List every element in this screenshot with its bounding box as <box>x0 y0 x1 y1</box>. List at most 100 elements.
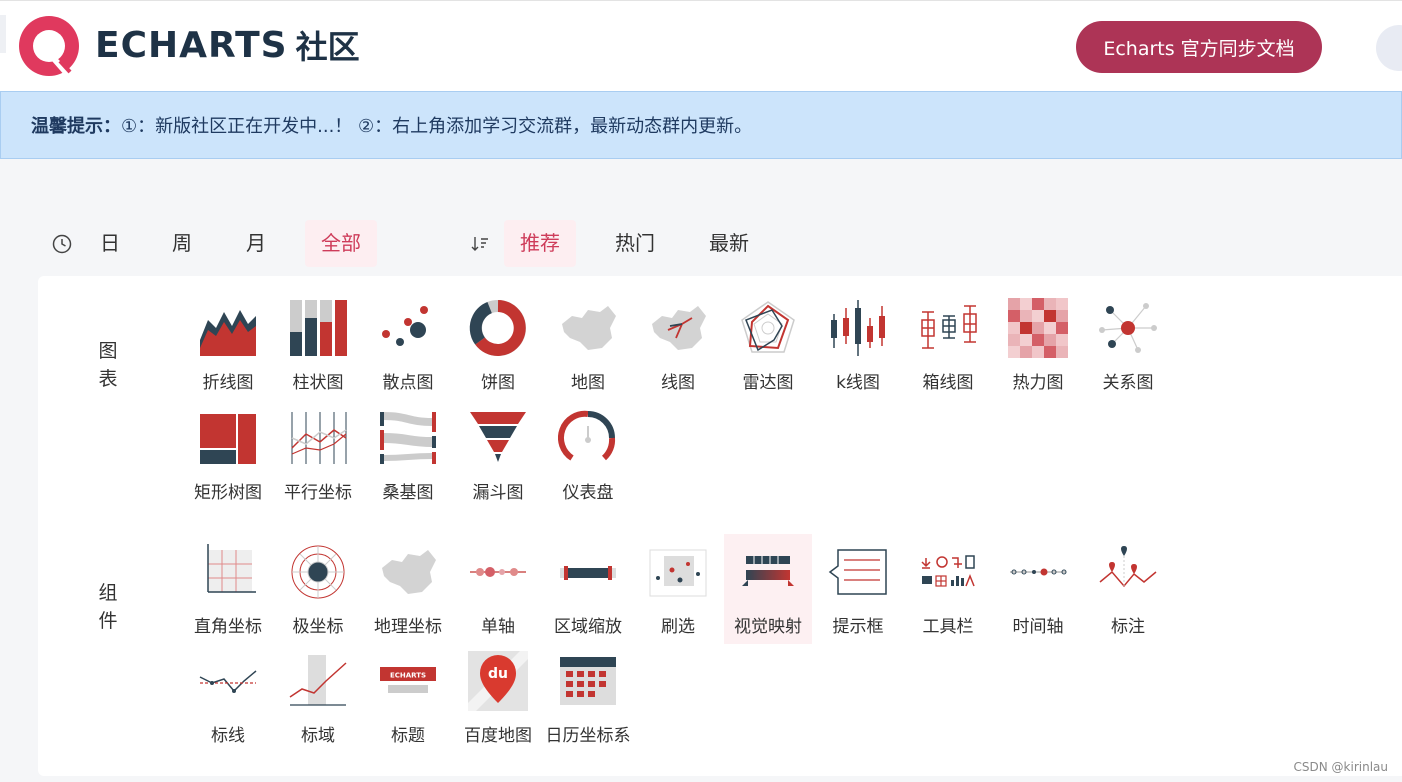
component-item-visualmap[interactable]: 视觉映射 <box>724 534 812 644</box>
filter-day[interactable]: 日 <box>86 220 134 267</box>
chart-item-pie[interactable]: 饼图 <box>454 298 542 408</box>
chart-label: 折线图 <box>202 373 254 393</box>
calendar-icon <box>560 657 616 705</box>
component-label: 百度地图 <box>464 726 532 746</box>
notice-text: ①：新版社区正在开发中...！ ②：右上角添加学习交流群，最新动态群内更新。 <box>121 116 753 137</box>
gauge-chart-icon <box>558 410 616 461</box>
sort-latest[interactable]: 最新 <box>694 220 764 267</box>
chart-item-gauge[interactable]: 仪表盘 <box>544 408 632 518</box>
echarts-logo-icon[interactable] <box>16 11 82 81</box>
chart-item-parallel[interactable]: 平行坐标 <box>274 408 362 518</box>
component-item-grid[interactable]: 直角坐标 <box>184 542 272 652</box>
brush-icon <box>649 549 707 597</box>
single-axis-icon <box>470 567 526 577</box>
chart-item-heatmap[interactable]: 热力图 <box>994 298 1082 408</box>
chart-item-graph[interactable]: 关系图 <box>1084 298 1172 408</box>
brand-title[interactable]: ECHARTS 社区 <box>95 23 395 67</box>
component-label: 标线 <box>211 726 245 746</box>
markpoint-icon <box>1099 546 1157 588</box>
docs-button[interactable]: Echarts 官方同步文档 <box>1076 21 1322 73</box>
toolbox-icon <box>921 555 975 587</box>
filter-all[interactable]: 全部 <box>305 220 377 267</box>
chart-item-map[interactable]: 地图 <box>544 298 632 408</box>
parallel-chart-icon <box>291 412 347 464</box>
lines-chart-icon <box>652 306 706 350</box>
chart-item-boxplot[interactable]: 箱线图 <box>904 298 992 408</box>
sort-recommend[interactable]: 推荐 <box>504 220 576 267</box>
section-label-components: 组件 <box>98 582 118 632</box>
chart-label: 桑基图 <box>382 483 434 503</box>
component-item-bmap[interactable]: du 百度地图 <box>454 651 542 761</box>
component-label: 地理坐标 <box>374 617 442 637</box>
component-item-calendar[interactable]: 日历坐标系 <box>544 651 632 761</box>
component-item-single-axis[interactable]: 单轴 <box>454 542 542 652</box>
filter-week[interactable]: 周 <box>158 220 206 267</box>
chart-label: k线图 <box>836 373 880 393</box>
map-chart-icon <box>562 306 616 350</box>
chart-item-radar[interactable]: 雷达图 <box>724 298 812 408</box>
component-label: 标域 <box>301 726 335 746</box>
category-panel: 图表 组件 折线图 柱状图 散点图 饼图 地图 线图 雷达图 k线图 箱线图 热… <box>38 276 1402 776</box>
component-item-tooltip[interactable]: 提示框 <box>814 542 902 652</box>
component-label: 视觉映射 <box>734 617 802 637</box>
left-edge-tab <box>0 15 6 53</box>
component-label: 区域缩放 <box>554 617 622 637</box>
chart-label: 箱线图 <box>922 373 974 393</box>
title-badge-text: ECHARTS <box>390 672 426 680</box>
radar-chart-icon <box>741 301 795 353</box>
tooltip-icon <box>828 549 887 595</box>
component-item-polar[interactable]: 极坐标 <box>274 542 362 652</box>
component-item-markpoint[interactable]: 标注 <box>1084 542 1172 652</box>
chart-item-funnel[interactable]: 漏斗图 <box>454 408 542 518</box>
pie-chart-icon <box>469 299 526 356</box>
clock-icon <box>52 234 72 254</box>
component-item-markline[interactable]: 标线 <box>184 651 272 761</box>
avatar[interactable] <box>1376 25 1402 71</box>
component-label: 单轴 <box>481 617 515 637</box>
chart-item-bar[interactable]: 柱状图 <box>274 298 362 408</box>
chart-label: 平行坐标 <box>284 483 352 503</box>
component-item-geo[interactable]: 地理坐标 <box>364 542 452 652</box>
filter-month[interactable]: 月 <box>232 220 280 267</box>
sankey-chart-icon <box>380 412 436 464</box>
chart-item-scatter[interactable]: 散点图 <box>364 298 452 408</box>
component-item-toolbox[interactable]: 工具栏 <box>904 542 992 652</box>
heatmap-chart-icon <box>1008 298 1068 358</box>
bar-chart-icon <box>290 300 347 356</box>
funnel-chart-icon <box>470 412 526 462</box>
component-label: 刷选 <box>661 617 695 637</box>
cartesian-grid-icon <box>207 544 256 593</box>
chart-item-candlestick[interactable]: k线图 <box>814 298 902 408</box>
chart-label: 柱状图 <box>292 373 344 393</box>
chart-label: 雷达图 <box>742 373 794 393</box>
chart-label: 漏斗图 <box>472 483 524 503</box>
chart-label: 散点图 <box>382 373 434 393</box>
brand-cn: 社区 <box>295 28 360 66</box>
chart-item-lines[interactable]: 线图 <box>634 298 722 408</box>
component-label: 极坐标 <box>292 617 344 637</box>
timeline-icon <box>1010 568 1067 576</box>
markline-icon <box>199 670 257 693</box>
visualmap-icon <box>742 556 794 586</box>
chart-item-line[interactable]: 折线图 <box>184 298 272 408</box>
component-item-datazoom[interactable]: 区域缩放 <box>544 542 632 652</box>
component-item-timeline[interactable]: 时间轴 <box>994 542 1082 652</box>
title-icon: ECHARTS <box>380 667 436 693</box>
chart-label: 饼图 <box>481 373 515 393</box>
notice-banner: 温馨提示： ①：新版社区正在开发中...！ ②：右上角添加学习交流群，最新动态群… <box>0 91 1402 159</box>
chart-item-treemap[interactable]: 矩形树图 <box>184 408 272 518</box>
polar-icon <box>291 545 345 599</box>
component-item-title[interactable]: ECHARTS 标题 <box>364 651 452 761</box>
boxplot-chart-icon <box>921 305 977 349</box>
component-item-markarea[interactable]: 标域 <box>274 651 362 761</box>
chart-label: 地图 <box>571 373 605 393</box>
chart-item-sankey[interactable]: 桑基图 <box>364 408 452 518</box>
datazoom-icon <box>560 566 616 580</box>
component-label: 日历坐标系 <box>545 726 631 746</box>
line-chart-icon <box>200 310 256 356</box>
chart-label: 仪表盘 <box>562 483 614 503</box>
sort-hot[interactable]: 热门 <box>600 220 670 267</box>
component-item-brush[interactable]: 刷选 <box>634 542 722 652</box>
chart-label: 关系图 <box>1102 373 1154 393</box>
treemap-chart-icon <box>200 414 256 464</box>
